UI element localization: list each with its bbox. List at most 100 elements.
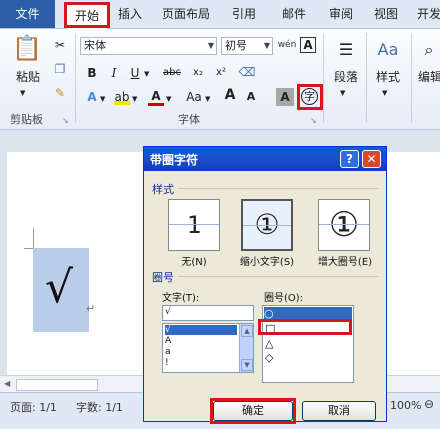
text-input-value: √ (165, 307, 171, 317)
tab-page-layout[interactable]: 页面布局 (156, 4, 216, 24)
font-launcher-icon[interactable]: ↘ (310, 113, 317, 129)
paste-button-label[interactable]: 粘贴 (14, 69, 42, 85)
help-button[interactable]: ? (340, 150, 359, 168)
format-painter-icon[interactable]: ✎ (53, 85, 67, 101)
text-list-scrollbar[interactable]: ▲ ▼ (239, 324, 253, 372)
font-color-icon[interactable]: A (148, 89, 164, 106)
chevron-down-icon[interactable]: ▼ (144, 66, 149, 82)
highlight-icon[interactable]: ab (114, 89, 130, 105)
style-none-glyph: 1 (186, 211, 202, 239)
scroll-left-icon[interactable]: ◀ (4, 379, 10, 388)
font-name-value: 宋体 (84, 39, 106, 52)
enclose-characters-dialog: 带圈字符 ? ✕ 样式 1 ① ① 无(N) 缩小文字(S) 增大圈号(E) 圈… (143, 146, 387, 424)
clipboard-launcher-icon[interactable]: ↘ (62, 113, 69, 129)
selected-character[interactable]: √ (45, 262, 73, 313)
scrollbar-thumb[interactable] (16, 379, 98, 391)
underline-button[interactable]: U (128, 65, 142, 81)
close-button[interactable]: ✕ (362, 150, 381, 168)
style-none-label[interactable]: 无(N) (164, 253, 224, 268)
paragraph-group-label[interactable]: 段落 (332, 69, 360, 85)
tab-references[interactable]: 引用 (226, 4, 262, 24)
chevron-down-icon[interactable]: ▼ (382, 85, 387, 101)
tab-review[interactable]: 审阅 (323, 4, 359, 24)
divider (178, 276, 378, 277)
zoom-out-icon[interactable]: ⊖ (424, 397, 434, 411)
find-icon[interactable]: ⌕ (418, 37, 440, 63)
square-item-highlight (258, 319, 352, 335)
character-border-icon[interactable]: A (300, 37, 316, 53)
superscript-button[interactable]: x² (212, 65, 230, 81)
enclosure-listbox[interactable]: ○ □ △ ◇ (262, 305, 354, 383)
shrink-font-button[interactable]: A (244, 89, 258, 105)
paragraph-icon[interactable]: ☰ (332, 37, 360, 63)
tab-home-highlight (64, 2, 110, 28)
list-item[interactable]: A (165, 336, 171, 346)
chevron-down-icon[interactable]: ▼ (205, 91, 210, 107)
text-input[interactable]: √ (162, 305, 254, 321)
paragraph-mark: ↵ (86, 302, 96, 315)
style-enlarge-symbol-button[interactable]: ① (318, 199, 370, 251)
paste-icon[interactable]: 📋 (12, 33, 42, 63)
enclosure-triangle-item[interactable]: △ (265, 337, 273, 350)
style-enlarge-glyph: ① (328, 205, 360, 245)
clear-formatting-icon[interactable]: ⌫ (238, 64, 256, 80)
font-size-combo[interactable]: 初号 ▼ (221, 37, 273, 55)
chevron-down-icon[interactable]: ▼ (264, 38, 270, 54)
text-effects-icon[interactable]: A (84, 89, 100, 105)
edit-group-label[interactable]: 编辑 (418, 69, 440, 85)
dialog-title: 带圈字符 (150, 153, 199, 167)
tab-developer[interactable]: 开发 (413, 4, 440, 24)
paste-dropdown-icon[interactable]: ▼ (20, 85, 25, 101)
symbol-section-label: 圈号 (152, 271, 174, 284)
enclosure-diamond-item[interactable]: ◇ (265, 351, 273, 364)
italic-button[interactable]: I (107, 65, 121, 81)
zoom-level[interactable]: 100% (390, 399, 421, 412)
group-separator (323, 33, 324, 123)
tab-view[interactable]: 视图 (368, 4, 404, 24)
scroll-down-icon[interactable]: ▼ (241, 359, 253, 371)
strikethrough-button[interactable]: abc (160, 65, 184, 81)
group-separator (75, 33, 76, 123)
clipboard-group-label: 剪贴板 (10, 113, 43, 126)
ribbon: 📋 粘贴 ▼ ✂ ❐ ✎ 剪贴板 ↘ 宋体 ▼ 初号 ▼ wén A B I U ▼… (0, 29, 440, 130)
subscript-button[interactable]: x₂ (189, 65, 207, 81)
style-enlarge-label[interactable]: 增大圈号(E) (310, 253, 380, 268)
font-name-combo[interactable]: 宋体 ▼ (80, 37, 217, 55)
font-group-label: 字体 (178, 113, 200, 126)
chevron-down-icon[interactable]: ▼ (340, 85, 345, 101)
tab-insert[interactable]: 插入 (112, 4, 148, 24)
chevron-down-icon[interactable]: ▼ (208, 38, 214, 54)
tab-file[interactable]: 文件 (0, 0, 55, 28)
style-shrink-text-button[interactable]: ① (241, 199, 293, 251)
style-none-button[interactable]: 1 (168, 199, 220, 251)
enclose-button-highlight (297, 84, 323, 110)
style-shrink-label[interactable]: 缩小文字(S) (232, 253, 302, 268)
style-section-label: 样式 (152, 183, 174, 196)
copy-icon[interactable]: ❐ (53, 61, 67, 77)
chevron-down-icon[interactable]: ▼ (166, 91, 171, 107)
list-item[interactable]: √ (165, 325, 237, 335)
chevron-down-icon[interactable]: ▼ (132, 91, 137, 107)
word-count[interactable]: 字数: 1/1 (76, 399, 123, 415)
cut-icon[interactable]: ✂ (53, 37, 67, 53)
chevron-down-icon[interactable]: ▼ (100, 91, 105, 107)
font-size-value: 初号 (225, 39, 247, 52)
text-listbox[interactable]: √ A a ! ▲ ▼ (162, 323, 254, 373)
dialog-title-bar[interactable]: 带圈字符 ? ✕ (144, 147, 386, 171)
list-item[interactable]: ! (165, 358, 169, 368)
grow-font-button[interactable]: A (222, 87, 238, 103)
enclosure-field-label: 圈号(O): (264, 293, 304, 304)
tab-mailings[interactable]: 邮件 (276, 4, 312, 24)
phonetic-guide-icon[interactable]: wén (277, 37, 297, 53)
character-shading-button[interactable]: A (276, 88, 294, 106)
group-separator (366, 33, 367, 123)
bold-button[interactable]: B (84, 65, 100, 81)
page-count[interactable]: 页面: 1/1 (10, 399, 57, 415)
cancel-button[interactable]: 取消 (302, 401, 376, 421)
scroll-up-icon[interactable]: ▲ (241, 325, 253, 337)
styles-group-label[interactable]: 样式 (374, 69, 402, 85)
list-item[interactable]: a (165, 347, 171, 357)
change-case-button[interactable]: Aa (183, 89, 205, 105)
margin-marker (24, 228, 34, 249)
styles-icon[interactable]: Aa (374, 37, 402, 63)
